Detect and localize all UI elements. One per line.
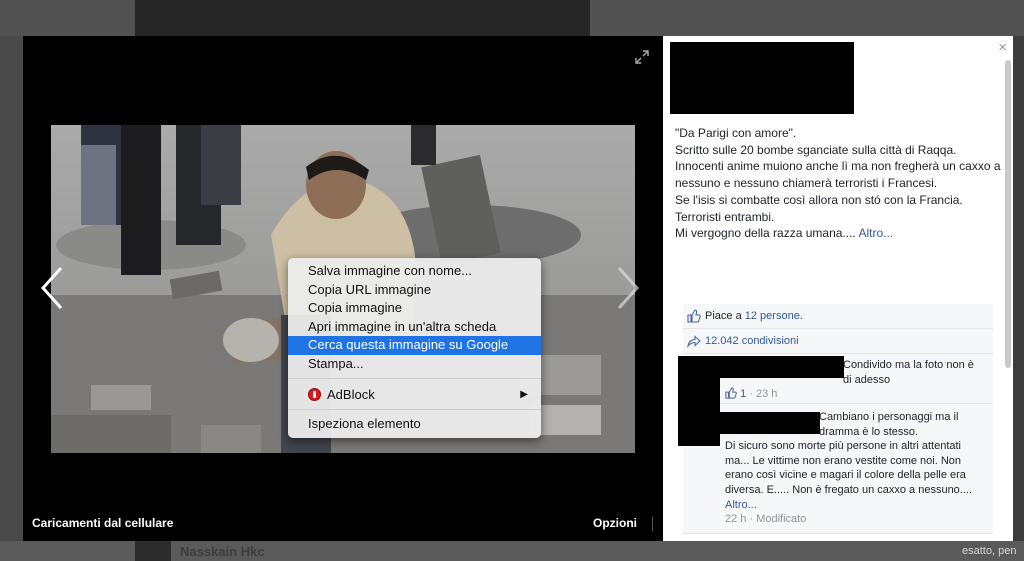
- comment-meta: 1 · 23 h: [725, 387, 979, 402]
- submenu-arrow-icon: ▶: [520, 388, 528, 400]
- redacted-commenter-2: [678, 412, 820, 434]
- context-menu: Salva immagine con nome... Copia URL imm…: [288, 258, 541, 438]
- background-thumbnail: [135, 0, 590, 36]
- menu-item-print[interactable]: Stampa...: [288, 355, 541, 374]
- comment-text-body: Di sicuro sono morte più persone in altr…: [725, 440, 973, 511]
- background-avatar: [135, 541, 171, 561]
- adblock-label: AdBlock: [327, 386, 375, 402]
- post-details-panel: × "Da Parigi con amore". Scritto sulle 2…: [663, 36, 1013, 541]
- menu-separator: [288, 409, 541, 410]
- menu-item-copy-image-url[interactable]: Copia URL immagine: [288, 281, 541, 300]
- menu-item-save-image[interactable]: Salva immagine con nome...: [288, 262, 541, 281]
- post-line: Scritto sulle 20 bombe sganciate sulla c…: [675, 142, 957, 157]
- likes-row: Piace a 12 persone.: [683, 304, 993, 329]
- likes-prefix: Piace a: [705, 310, 742, 322]
- close-icon[interactable]: ×: [998, 39, 1007, 56]
- album-caption[interactable]: Caricamenti dal cellulare: [32, 516, 173, 530]
- thumbs-up-icon: [725, 387, 737, 399]
- comment-meta: 22 h · Modificato: [725, 513, 807, 526]
- post-line: Se l'isis si combatte così allora non st…: [675, 192, 963, 207]
- background-author-name: Nasskain Hkc: [180, 544, 265, 559]
- menu-item-copy-image[interactable]: Copia immagine: [288, 299, 541, 318]
- background-comment-text: esatto, pen: [962, 545, 1017, 557]
- comment-like-count[interactable]: 1: [740, 388, 746, 400]
- previous-photo-icon[interactable]: [37, 264, 67, 312]
- menu-item-open-image-new-tab[interactable]: Apri immagine in un'altra scheda: [288, 318, 541, 337]
- comment-time[interactable]: 23 h: [756, 388, 777, 400]
- post-line: Terroristi entrambi.: [675, 209, 775, 224]
- menu-separator: [288, 378, 541, 379]
- next-photo-icon[interactable]: [613, 264, 643, 312]
- post-line: Innocenti anime muiono anche lì ma non f…: [675, 159, 1001, 191]
- comment-time[interactable]: 22 h: [725, 513, 746, 525]
- menu-item-search-image-google[interactable]: Cerca questa immagine su Google: [288, 336, 541, 355]
- options-divider: [652, 517, 653, 531]
- menu-item-adblock[interactable]: AdBlock ▶: [288, 384, 541, 404]
- shares-link[interactable]: 12.042 condivisioni: [705, 329, 799, 353]
- comment-edited-label[interactable]: Modificato: [756, 513, 806, 525]
- panel-scrollbar[interactable]: [1005, 60, 1011, 368]
- likes-people-link[interactable]: 12 persone: [745, 304, 800, 328]
- shares-row: 12.042 condivisioni: [683, 329, 993, 354]
- adblock-icon: [308, 387, 321, 401]
- post-text: "Da Parigi con amore". Scritto sulle 20 …: [675, 125, 1005, 242]
- fullscreen-icon[interactable]: [635, 50, 649, 64]
- share-icon: [687, 335, 701, 348]
- see-more-link[interactable]: Altro...: [858, 226, 893, 240]
- likes-suffix: .: [799, 310, 803, 322]
- post-line: Mi vergogno della razza umana.... Altro.…: [675, 226, 894, 241]
- options-button[interactable]: Opzioni: [593, 516, 637, 530]
- background-page-right: [1013, 36, 1024, 541]
- thumbs-up-icon: [687, 309, 701, 323]
- menu-item-inspect-element[interactable]: Ispeziona elemento: [288, 415, 541, 434]
- comment-see-more-link[interactable]: Altro...: [725, 499, 757, 511]
- post-line: "Da Parigi con amore".: [675, 126, 797, 140]
- background-page-bottom: Nasskain Hkc esatto, pen: [0, 541, 1024, 561]
- redacted-author-header: [670, 42, 854, 114]
